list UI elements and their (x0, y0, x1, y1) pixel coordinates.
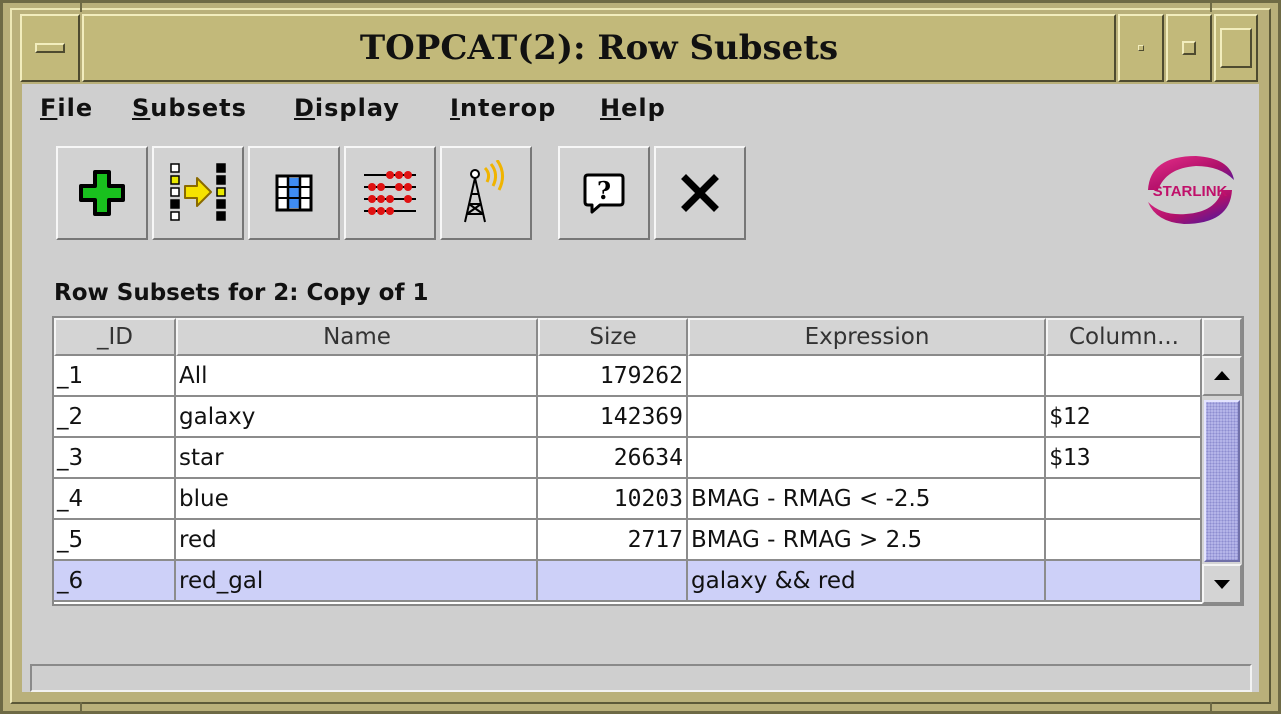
scroll-up-button[interactable] (1202, 356, 1242, 396)
table-corner (1202, 318, 1242, 356)
cell-column (1046, 520, 1202, 561)
transmit-subset-button[interactable] (152, 146, 244, 240)
table-icon (275, 174, 313, 212)
arrow-up-icon (1214, 371, 1230, 380)
close-window-button[interactable] (654, 146, 746, 240)
cell-name: red (176, 520, 538, 561)
cell-id: _5 (54, 520, 176, 561)
add-subset-button[interactable] (56, 146, 148, 240)
cell-expression: BMAG - RMAG < -2.5 (688, 479, 1046, 520)
cell-id: _3 (54, 438, 176, 479)
table-row[interactable]: _3 star 26634 $13 (54, 438, 1202, 479)
cell-id: _1 (54, 356, 176, 397)
cell-id: _6 (54, 561, 176, 602)
cell-size (538, 561, 688, 602)
frame-notch (80, 0, 82, 12)
maximize-icon (1182, 41, 1196, 55)
cell-size: 179262 (538, 356, 688, 397)
scroll-down-button[interactable] (1202, 564, 1242, 604)
cell-column (1046, 479, 1202, 520)
table-row-selected[interactable]: _6 red_gal galaxy && red (54, 561, 1202, 602)
close-icon (681, 174, 719, 212)
cell-expression (688, 397, 1046, 438)
column-header-id[interactable]: _ID (54, 318, 176, 356)
client-area: File Subsets Display Interop Help ? STAR… (22, 84, 1259, 692)
logo-text: STARLINK (1153, 183, 1228, 200)
status-bar (30, 664, 1252, 692)
cell-column (1046, 356, 1202, 397)
restore-button[interactable] (1214, 14, 1258, 82)
subset-to-column-icon (170, 163, 226, 221)
vertical-scrollbar[interactable] (1202, 356, 1242, 604)
maximize-button[interactable] (1166, 14, 1212, 82)
cell-expression: galaxy && red (688, 561, 1046, 602)
cell-name: All (176, 356, 538, 397)
frame-notch (80, 702, 82, 714)
window-title: TOPCAT(2): Row Subsets (82, 14, 1116, 82)
cell-size: 142369 (538, 397, 688, 438)
starlink-logo: STARLINK (1140, 150, 1240, 230)
column-header-expression[interactable]: Expression (688, 318, 1046, 356)
table-row[interactable]: _2 galaxy 142369 $12 (54, 397, 1202, 438)
cell-column (1046, 561, 1202, 602)
frame-notch (1210, 0, 1212, 12)
restore-icon (1220, 28, 1252, 68)
scroll-thumb[interactable] (1204, 400, 1240, 562)
send-subset-button[interactable] (440, 146, 532, 240)
cell-expression: BMAG - RMAG > 2.5 (688, 520, 1046, 561)
table-row[interactable]: _1 All 179262 (54, 356, 1202, 397)
minimize-button[interactable] (1118, 14, 1164, 82)
arrow-down-icon (1214, 580, 1230, 589)
svg-text:?: ? (597, 176, 611, 205)
cell-size: 2717 (538, 520, 688, 561)
help-button[interactable]: ? (558, 146, 650, 240)
column-header-column[interactable]: Column... (1046, 318, 1202, 356)
table-row[interactable]: _5 red 2717 BMAG - RMAG > 2.5 (54, 520, 1202, 561)
cell-column: $12 (1046, 397, 1202, 438)
broadcast-icon (464, 160, 504, 223)
subsets-table[interactable]: _ID Name Size Expression Column... _1 Al… (52, 316, 1244, 606)
abacus-icon (364, 171, 416, 215)
help-icon: ? (583, 173, 625, 214)
column-header-name[interactable]: Name (176, 318, 538, 356)
table-header: _ID Name Size Expression Column... (54, 318, 1202, 356)
menu-bar: File Subsets Display Interop Help (22, 84, 1259, 136)
cell-name: star (176, 438, 538, 479)
table-body: _1 All 179262 _2 galaxy 142369 $12 _3 st… (54, 356, 1202, 602)
column-header-size[interactable]: Size (538, 318, 688, 356)
window-menu-icon (35, 43, 65, 53)
menu-file[interactable]: File (40, 94, 93, 122)
frame-notch (1210, 702, 1212, 714)
cell-column: $13 (1046, 438, 1202, 479)
cell-name: red_gal (176, 561, 538, 602)
table-row[interactable]: _4 blue 10203 BMAG - RMAG < -2.5 (54, 479, 1202, 520)
highlight-subset-button[interactable] (248, 146, 340, 240)
cell-name: blue (176, 479, 538, 520)
minimize-icon (1138, 45, 1144, 51)
menu-interop[interactable]: Interop (450, 94, 556, 122)
cell-name: galaxy (176, 397, 538, 438)
title-bar[interactable]: TOPCAT(2): Row Subsets (20, 14, 1258, 82)
cell-size: 26634 (538, 438, 688, 479)
menu-help[interactable]: Help (600, 94, 666, 122)
cell-id: _4 (54, 479, 176, 520)
cell-size: 10203 (538, 479, 688, 520)
menu-subsets[interactable]: Subsets (132, 94, 247, 122)
cell-id: _2 (54, 397, 176, 438)
window-menu-button[interactable] (20, 14, 80, 82)
add-icon (79, 170, 125, 216)
menu-display[interactable]: Display (294, 94, 400, 122)
cell-expression (688, 438, 1046, 479)
cell-expression (688, 356, 1046, 397)
table-title: Row Subsets for 2: Copy of 1 (54, 280, 429, 306)
subset-counts-button[interactable] (344, 146, 436, 240)
